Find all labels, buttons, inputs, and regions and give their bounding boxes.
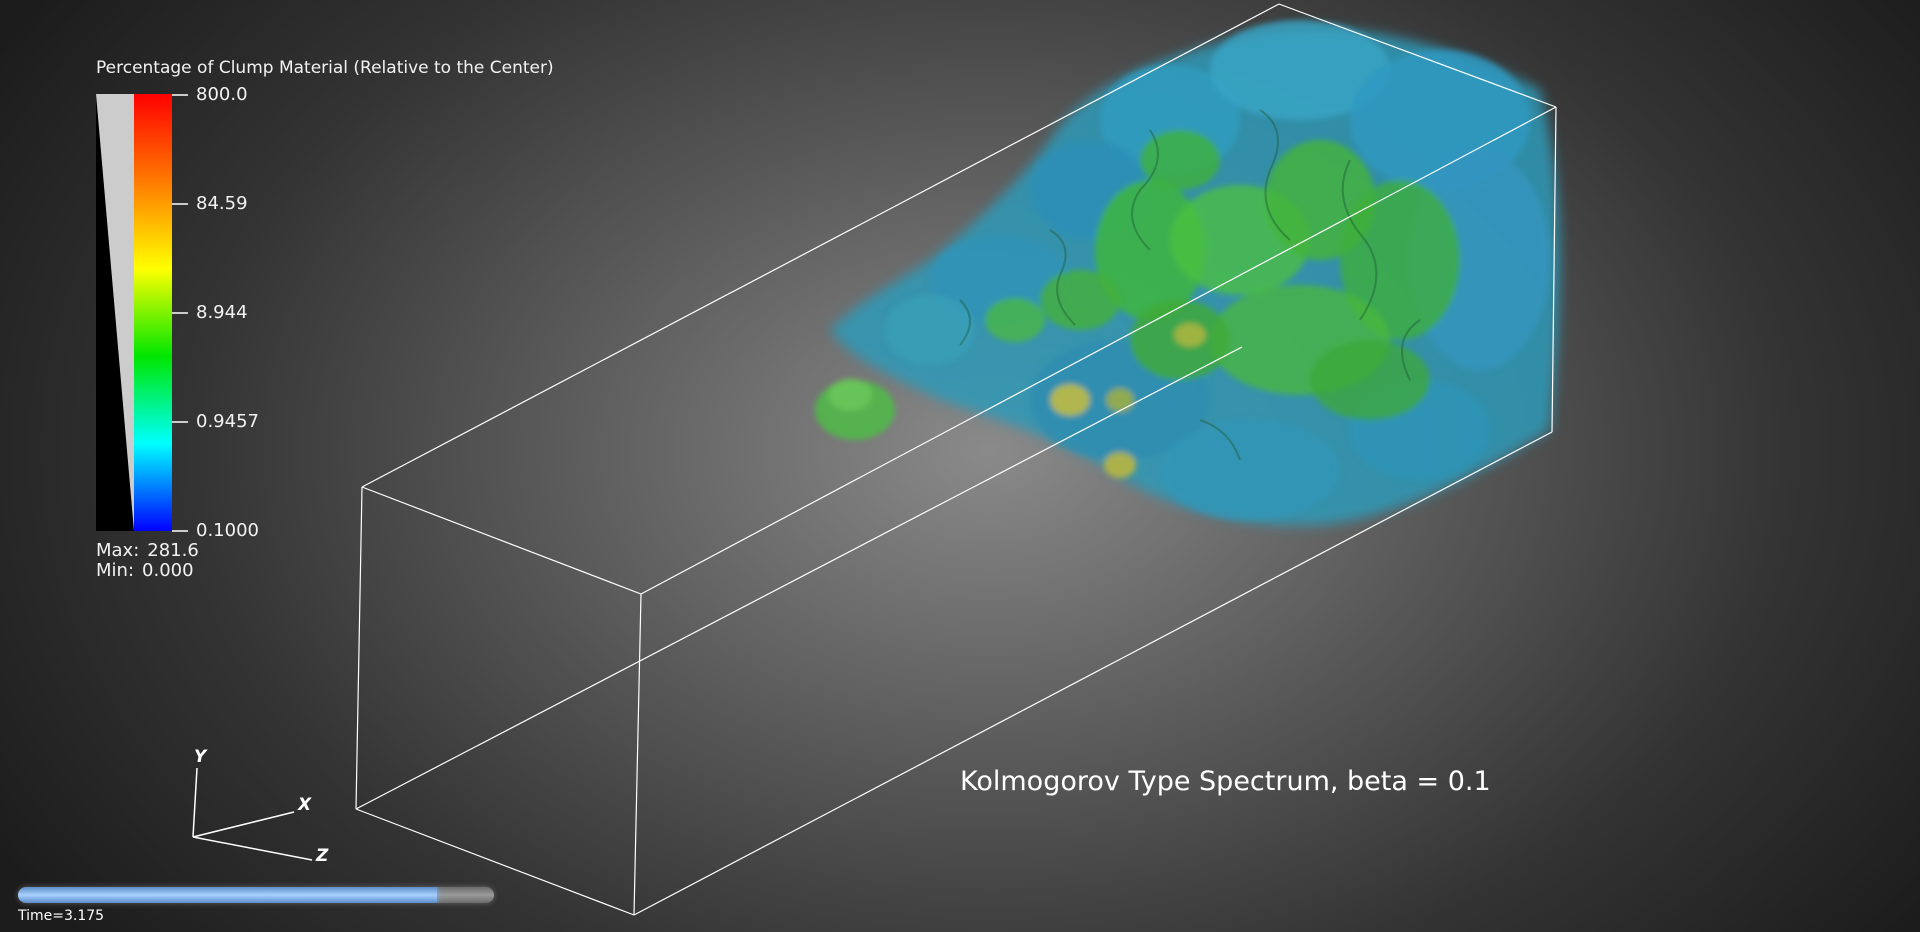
- legend-title: Percentage of Clump Material (Relative t…: [96, 58, 554, 78]
- z-axis-line: [192, 836, 313, 861]
- scene-annotation-text: Kolmogorov Type Spectrum, beta = 0.1: [960, 766, 1491, 797]
- color-legend-bar: [96, 94, 188, 532]
- orientation-axes: [192, 767, 313, 861]
- legend-tick-marks: [172, 94, 188, 532]
- legend-tick-label: 84.59: [196, 193, 248, 214]
- legend-color-gradient: [134, 94, 172, 531]
- time-readout: Time=3.175: [18, 908, 105, 924]
- axis-label-x: X: [298, 795, 312, 815]
- volume-render-clump: [815, 20, 1560, 526]
- legend-min-label: Min:: [96, 560, 135, 581]
- time-progress-bar[interactable]: [18, 887, 494, 903]
- legend-max-value: 281.6: [147, 540, 199, 561]
- legend-tick-label: 800.0: [196, 84, 248, 105]
- legend-tick-label: 0.1000: [196, 520, 259, 541]
- render-viewport[interactable]: Percentage of Clump Material (Relative t…: [0, 0, 1920, 932]
- time-progress-fill: [18, 887, 437, 903]
- axis-label-z: Z: [316, 846, 329, 866]
- legend-min-value: 0.000: [142, 560, 194, 581]
- axis-label-y: Y: [194, 747, 207, 767]
- legend-min-readout: Min: 0.000: [96, 561, 202, 581]
- legend-tick-label: 0.9457: [196, 411, 259, 432]
- legend-tick-label: 8.944: [196, 302, 248, 323]
- legend-max-label: Max:: [96, 540, 140, 561]
- legend-max-readout: Max: 281.6: [96, 541, 207, 561]
- y-axis-line: [192, 767, 198, 838]
- x-axis-line: [192, 811, 295, 838]
